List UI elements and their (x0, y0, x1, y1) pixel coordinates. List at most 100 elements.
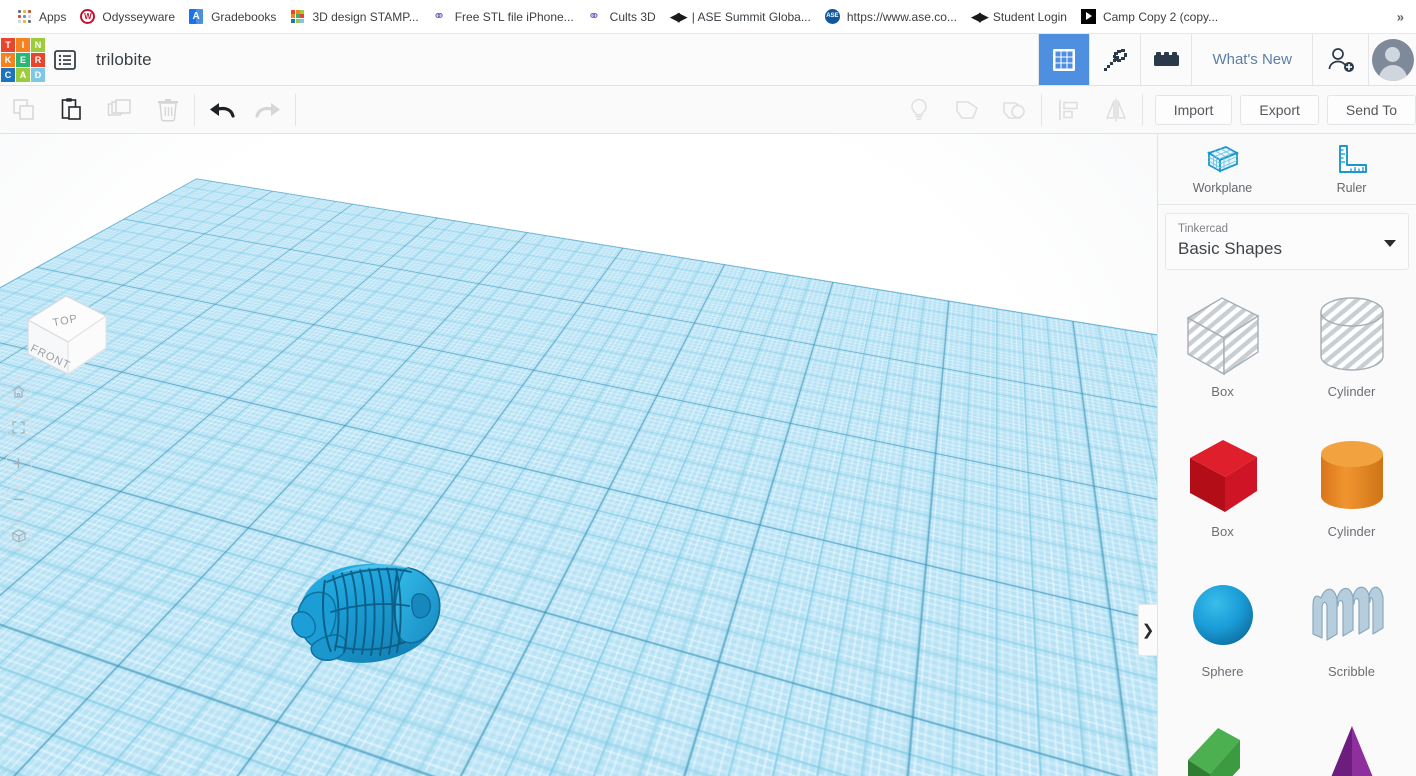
shape-label: Scribble (1328, 664, 1375, 679)
bookmark-gradebooks[interactable]: A Gradebooks (182, 6, 283, 28)
perspective-toggle-button[interactable] (5, 522, 32, 549)
ungroup-icon (1001, 97, 1029, 123)
gradebooks-icon: A (189, 8, 205, 25)
redo-arrow-icon (255, 99, 283, 121)
invite-user-button[interactable] (1312, 34, 1368, 85)
bookmark-label: Student Login (992, 9, 1067, 24)
export-button[interactable]: Export (1240, 94, 1319, 125)
cults-icon: ⚭ (587, 7, 601, 25)
grid-icon (1051, 47, 1077, 73)
editor-body: TOP FRONT ❯ Workplane Ruler Tinkercad Ba… (0, 134, 1416, 776)
tinkercad-logo[interactable]: T I N K E R C A D (0, 37, 45, 82)
home-view-button[interactable] (5, 378, 32, 405)
design-canvas[interactable]: TOP FRONT ❯ (0, 134, 1157, 776)
logo-tile: K (1, 52, 15, 67)
library-group-label: Tinkercad (1178, 223, 1229, 235)
shape-cylinder-hole[interactable]: Cylinder (1287, 282, 1416, 422)
page-title[interactable]: trilobite (86, 34, 152, 85)
cults-icon: ⚭ (432, 7, 446, 25)
brick-icon (1152, 50, 1180, 70)
toolbar-history-group (197, 86, 293, 133)
toolbar-divider (295, 93, 296, 126)
bookmark-label: https://www.ase.co... (846, 9, 957, 24)
shape-label: Box (1211, 524, 1234, 539)
toolbar-clipboard-group (0, 86, 192, 133)
shape-scribble[interactable]: Scribble (1287, 562, 1416, 702)
undo-arrow-icon (207, 99, 235, 121)
duplicate-button[interactable] (96, 86, 144, 134)
shape-box-hole[interactable]: Box (1158, 282, 1287, 422)
cylinder-hole-icon (1307, 290, 1397, 382)
bookmark-ase-summit[interactable]: ◀▶ | ASE Summit Globa... (663, 6, 818, 28)
box-hole-icon (1178, 290, 1268, 382)
mode-bricks-button[interactable] (1140, 34, 1192, 85)
bookmark-odysseyware[interactable]: W Odysseyware (73, 6, 182, 28)
mode-3d-design-button[interactable] (1038, 34, 1090, 85)
shape-cylinder-solid[interactable]: Cylinder (1287, 422, 1416, 562)
view-cube[interactable]: TOP FRONT (18, 282, 114, 378)
copy-button[interactable] (0, 86, 48, 134)
ungroup-button[interactable] (991, 86, 1039, 134)
canvas-nav-buttons (5, 378, 32, 549)
bookmark-camp-copy-2[interactable]: Camp Copy 2 (copy... (1074, 6, 1225, 28)
bookmark-student-login[interactable]: ◀▶ Student Login (964, 6, 1074, 28)
fit-to-view-button[interactable] (5, 414, 32, 441)
zoom-out-button[interactable] (5, 486, 32, 513)
paste-button[interactable] (48, 86, 96, 134)
toolbar-actions-group: Import Export Send To (1154, 94, 1416, 125)
bookmark-label: Odysseyware (102, 9, 176, 24)
shape-library-selector[interactable]: Tinkercad Basic Shapes (1165, 213, 1409, 270)
align-button[interactable] (1044, 86, 1092, 134)
toolbar-divider (1141, 93, 1143, 126)
zoom-in-button[interactable] (5, 450, 32, 477)
bookmark-ase-website[interactable]: ASE https://www.ase.co... (818, 6, 964, 28)
group-button[interactable] (943, 86, 991, 134)
shape-cone[interactable] (1287, 702, 1416, 776)
logo-tile: C (1, 67, 15, 82)
send-to-button[interactable]: Send To (1326, 94, 1416, 125)
bookmark-free-stl-iphone[interactable]: ⚭ Free STL file iPhone... (426, 6, 581, 28)
shape-sphere[interactable]: Sphere (1158, 562, 1287, 702)
import-button[interactable]: Import (1154, 94, 1233, 125)
bookmark-3d-design-stamp[interactable]: 3D design STAMP... (283, 6, 425, 28)
panel-tools-row: Workplane Ruler (1158, 134, 1416, 205)
shapes-panel: Workplane Ruler Tinkercad Basic Shapes B… (1157, 134, 1416, 776)
collapse-panel-button[interactable]: ❯ (1138, 604, 1157, 656)
bookmark-label: | ASE Summit Globa... (691, 9, 811, 24)
avatar[interactable] (1368, 34, 1416, 85)
list-menu-icon (53, 48, 77, 72)
logo-tile: R (31, 52, 45, 67)
cylinder-solid-icon (1307, 430, 1397, 522)
bookmark-label: Cults 3D (609, 9, 656, 24)
lightbulb-icon (906, 97, 932, 123)
bookmark-overflow-chevron-icon[interactable]: » (1391, 7, 1410, 26)
mode-minecraft-button[interactable] (1089, 34, 1141, 85)
bowtie-icon: ◀▶ (669, 8, 688, 24)
home-icon (11, 384, 26, 399)
trilobite-model[interactable] (283, 552, 455, 680)
ruler-tool[interactable]: Ruler (1287, 134, 1416, 204)
shape-roof[interactable] (1158, 702, 1287, 776)
bookmark-label: Gradebooks (211, 9, 277, 24)
notes-button[interactable] (895, 86, 943, 134)
redo-button[interactable] (245, 86, 293, 134)
bowtie-icon: ◀▶ (970, 8, 989, 24)
workplane-tool[interactable]: Workplane (1158, 134, 1287, 204)
undo-button[interactable] (197, 86, 245, 134)
logo-tile: E (16, 52, 30, 67)
play-icon (1080, 8, 1097, 25)
delete-button[interactable] (144, 86, 192, 134)
whats-new-button[interactable]: What's New (1191, 34, 1312, 85)
shapes-grid: Box Cylinder Box Cylinder Sphere Scribbl… (1158, 270, 1416, 776)
shape-label: Cylinder (1327, 524, 1376, 539)
workplane-wrapper (0, 134, 1157, 776)
bookmark-cults-3d[interactable]: ⚭ Cults 3D (581, 6, 663, 28)
bookmark-apps[interactable]: Apps (10, 6, 73, 28)
user-avatar-image (1371, 38, 1414, 81)
box-solid-icon (1178, 430, 1268, 522)
shape-box-solid[interactable]: Box (1158, 422, 1287, 562)
roof-icon (1178, 710, 1268, 776)
workplane-grid[interactable] (0, 134, 1157, 776)
project-menu-button[interactable] (44, 34, 86, 85)
mirror-button[interactable] (1092, 86, 1140, 134)
